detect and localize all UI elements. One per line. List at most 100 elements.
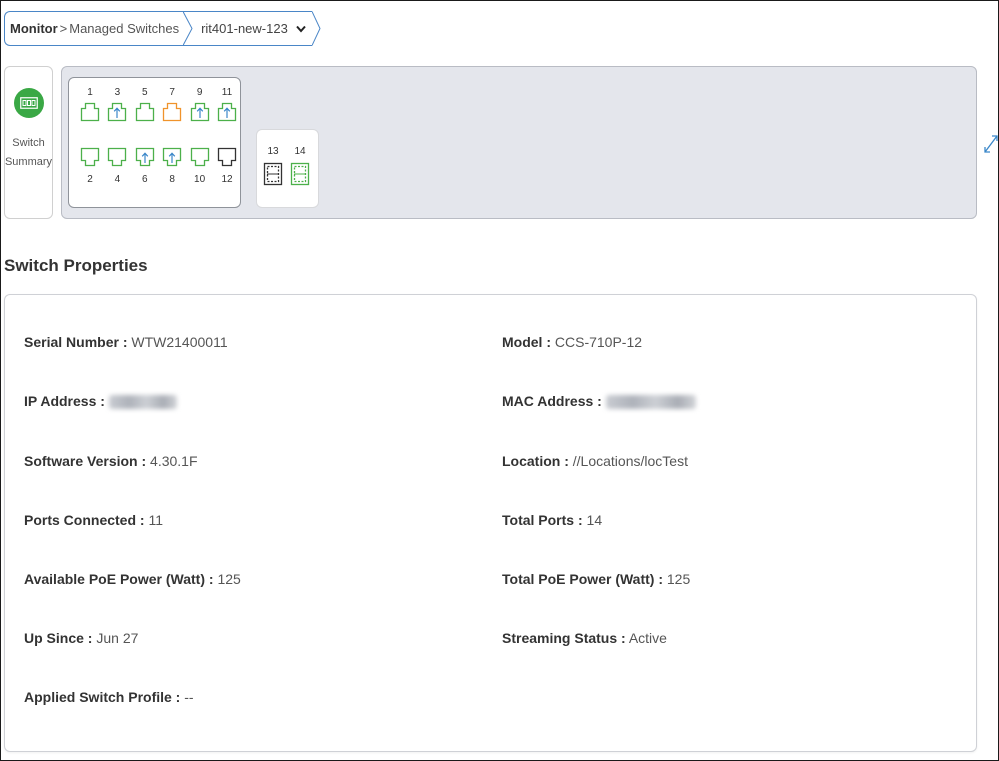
property-label: Ports Connected : (24, 512, 145, 528)
property-label: Applied Switch Profile : (24, 689, 181, 705)
section-title-switch-properties: Switch Properties (4, 256, 148, 275)
port-number: 12 (221, 174, 233, 185)
port-number: 13 (267, 146, 279, 157)
property-total-poe-power: Total PoE Power (Watt) : 125 (502, 571, 690, 587)
sfp-port-14[interactable]: 14 (289, 146, 311, 186)
property-location: Location : //Locations/locTest (502, 453, 688, 469)
property-value: 14 (586, 512, 603, 528)
property-available-poe-power: Available PoE Power (Watt) : 125 (24, 571, 241, 587)
device-selector[interactable]: rit401-new-123 (183, 11, 312, 46)
property-label: Total Ports : (502, 512, 583, 528)
property-value: WTW21400011 (131, 334, 228, 350)
property-value: 125 (666, 571, 691, 587)
port-10[interactable]: 10 (189, 147, 211, 186)
sfp-port-13[interactable]: 13 (262, 146, 284, 186)
breadcrumb-managed-switches-link[interactable]: Managed Switches (69, 21, 179, 36)
sfp-port-icon (289, 162, 311, 186)
property-streaming-status: Streaming Status : Active (502, 630, 667, 646)
ethernet-port-group: 1 3 5 7 9 11 2 4 6 8 10 12 (68, 77, 241, 208)
port-number: 11 (221, 87, 233, 98)
property-value: 11 (148, 512, 164, 528)
device-selector-label: rit401-new-123 (201, 21, 288, 36)
property-up-since: Up Since : Jun 27 (24, 630, 138, 646)
breadcrumb: Monitor > Managed Switches rit401-new-12… (4, 11, 321, 46)
property-label: Total PoE Power (Watt) : (502, 571, 663, 587)
property-serial-number: Serial Number : WTW21400011 (24, 334, 228, 350)
property-value: -- (184, 689, 194, 705)
port-9[interactable]: 9 (189, 87, 211, 122)
ethernet-port-icon (189, 147, 211, 167)
switch-summary-button[interactable]: Switch Summary (4, 66, 53, 219)
property-label: Software Version : (24, 453, 147, 469)
property-label: Location : (502, 453, 569, 469)
breadcrumb-path: Monitor > Managed Switches (4, 11, 184, 46)
property-model: Model : CCS-710P-12 (502, 334, 642, 350)
port-number: 7 (169, 87, 175, 98)
ethernet-port-icon (79, 102, 101, 122)
property-label: MAC Address : (502, 393, 602, 409)
property-ports-connected: Ports Connected : 11 (24, 512, 163, 528)
property-mac-address: MAC Address : (502, 393, 696, 410)
ethernet-port-icon (189, 102, 211, 122)
property-software-version: Software Version : 4.30.1F (24, 453, 198, 469)
port-number: 9 (196, 87, 203, 98)
switch-summary-label-line2: Summary (4, 156, 53, 168)
breadcrumb-end-chevron (311, 11, 321, 46)
ethernet-port-icon (216, 102, 238, 122)
redacted-value (108, 395, 177, 410)
breadcrumb-monitor-link[interactable]: Monitor (10, 21, 58, 36)
property-label: Serial Number : (24, 334, 128, 350)
property-label: IP Address : (24, 393, 105, 409)
property-value: 125 (217, 571, 241, 587)
ethernet-port-icon (161, 102, 183, 122)
port-panel: 1 3 5 7 9 11 2 4 6 8 10 12 13 14 (61, 66, 977, 219)
port-3[interactable]: 3 (106, 87, 128, 122)
sfp-port-group: 13 14 (256, 129, 319, 208)
port-number: 6 (142, 174, 148, 185)
port-11[interactable]: 11 (216, 87, 238, 122)
ethernet-port-icon (134, 102, 156, 122)
port-2[interactable]: 2 (79, 147, 101, 186)
port-6[interactable]: 6 (134, 147, 156, 186)
breadcrumb-separator: > (59, 21, 68, 36)
switch-icon (13, 88, 44, 118)
expand-icon[interactable] (983, 133, 999, 155)
port-number: 5 (142, 87, 148, 98)
port-4[interactable]: 4 (106, 147, 128, 186)
ethernet-port-icon (106, 102, 128, 122)
ethernet-port-icon (216, 147, 238, 167)
ethernet-port-icon (106, 147, 128, 167)
sfp-port-icon (262, 162, 284, 186)
port-number: 3 (114, 87, 121, 98)
chevron-down-icon (296, 22, 306, 36)
port-number: 10 (194, 174, 206, 185)
port-7[interactable]: 7 (161, 87, 183, 122)
port-1[interactable]: 1 (79, 87, 101, 122)
property-ip-address: IP Address : (24, 393, 177, 410)
ethernet-port-icon (79, 147, 101, 167)
redacted-value (605, 395, 696, 410)
port-number: 4 (114, 174, 121, 185)
port-12[interactable]: 12 (216, 147, 238, 186)
port-8[interactable]: 8 (161, 147, 183, 186)
property-value: Active (628, 630, 667, 646)
port-number: 8 (169, 174, 175, 185)
port-number: 14 (294, 146, 306, 157)
property-total-ports: Total Ports : 14 (502, 512, 602, 528)
port-number: 1 (87, 87, 93, 98)
switch-summary-label: Switch Summary (5, 134, 52, 172)
switch-summary-label-line1: Switch (12, 137, 45, 149)
property-label: Up Since : (24, 630, 93, 646)
ethernet-port-icon (161, 147, 183, 167)
property-applied-switch-profile: Applied Switch Profile : -- (24, 689, 194, 705)
property-value: 4.30.1F (150, 453, 198, 469)
port-number: 2 (87, 174, 93, 185)
property-label: Available PoE Power (Watt) : (24, 571, 214, 587)
property-value: CCS-710P-12 (554, 334, 643, 350)
switch-properties-card: Serial Number : WTW21400011 Model : CCS-… (4, 294, 977, 752)
property-value: //Locations/locTest (572, 453, 688, 469)
ethernet-port-icon (134, 147, 156, 167)
property-value: Jun 27 (96, 630, 139, 646)
port-5[interactable]: 5 (134, 87, 156, 122)
property-label: Streaming Status : (502, 630, 626, 646)
